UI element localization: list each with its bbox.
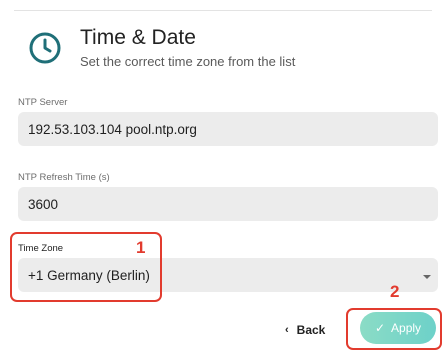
back-button-label: Back: [296, 323, 326, 337]
top-divider: [14, 10, 432, 11]
chevron-left-icon: ‹: [285, 324, 289, 336]
annotation-number-1: 1: [136, 238, 146, 257]
ntp-server-input[interactable]: 192.53.103.104 pool.ntp.org: [18, 112, 438, 146]
check-icon: ✓: [374, 321, 386, 335]
ntp-server-label: NTP Server: [18, 97, 68, 108]
dropdown-arrow-icon[interactable]: [423, 275, 431, 279]
annotation-number-2: 2: [390, 282, 400, 301]
apply-button[interactable]: ✓ Apply: [360, 312, 436, 344]
page-subtitle: Set the correct time zone from the list: [80, 54, 296, 69]
page-title: Time & Date: [80, 26, 196, 49]
back-button[interactable]: ‹ Back: [285, 323, 325, 337]
apply-button-label: Apply: [391, 321, 422, 335]
clock-icon: [29, 32, 61, 64]
ntp-refresh-label: NTP Refresh Time (s): [18, 172, 110, 183]
ntp-refresh-input[interactable]: 3600: [18, 187, 438, 221]
